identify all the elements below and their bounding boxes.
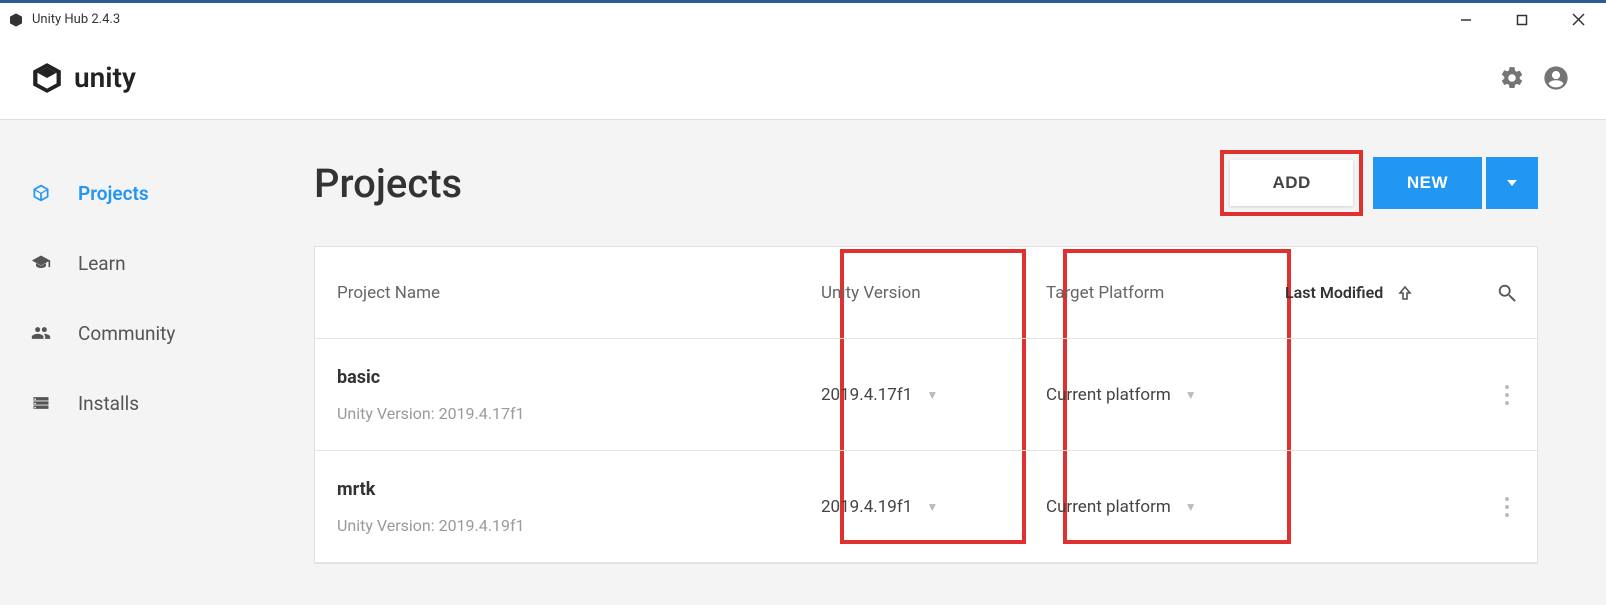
chevron-down-icon: ▼ — [1185, 500, 1197, 514]
cube-icon — [30, 183, 52, 203]
window-maximize-button[interactable] — [1494, 3, 1550, 36]
table-row[interactable]: mrtk Unity Version: 2019.4.19f1 2019.4.1… — [315, 451, 1537, 563]
page-title: Projects — [314, 160, 462, 207]
unity-wordmark: unity — [74, 61, 136, 94]
project-name: mrtk — [337, 479, 821, 500]
people-icon — [30, 323, 52, 343]
settings-button[interactable] — [1490, 56, 1534, 100]
new-button-dropdown[interactable] — [1486, 157, 1538, 209]
unity-logo-icon — [30, 61, 64, 95]
unity-version-dropdown[interactable]: 2019.4.17f1 ▼ — [821, 385, 1046, 405]
window-close-button[interactable] — [1550, 3, 1606, 36]
window-minimize-button[interactable] — [1438, 3, 1494, 36]
table-header: Project Name Unity Version Target Platfo… — [315, 247, 1537, 339]
account-icon — [1542, 64, 1570, 92]
unity-version-dropdown[interactable]: 2019.4.19f1 ▼ — [821, 497, 1046, 517]
more-vert-icon — [1504, 384, 1510, 406]
chevron-down-icon: ▼ — [926, 388, 938, 402]
add-button-highlight: ADD — [1220, 150, 1362, 216]
chevron-down-icon: ▼ — [926, 500, 938, 514]
sidebar-item-installs[interactable]: Installs — [0, 368, 300, 438]
project-sub-version: Unity Version: 2019.4.19f1 — [337, 516, 821, 535]
col-project-name: Project Name — [315, 283, 821, 303]
window-title: Unity Hub 2.4.3 — [32, 12, 120, 27]
storage-icon — [30, 393, 52, 413]
sidebar-item-label: Community — [78, 322, 175, 345]
target-platform-dropdown[interactable]: Current platform ▼ — [1046, 497, 1271, 517]
sidebar-item-community[interactable]: Community — [0, 298, 300, 368]
sidebar-item-label: Installs — [78, 392, 139, 415]
app-header: unity — [0, 36, 1606, 120]
projects-table: Project Name Unity Version Target Platfo… — [314, 246, 1538, 564]
target-platform-dropdown[interactable]: Current platform ▼ — [1046, 385, 1271, 405]
gear-icon — [1499, 65, 1525, 91]
more-vert-icon — [1504, 496, 1510, 518]
col-target-platform: Target Platform — [1046, 283, 1271, 303]
search-icon[interactable] — [1496, 282, 1518, 304]
col-last-modified[interactable]: Last Modified — [1285, 283, 1383, 302]
add-button[interactable]: ADD — [1230, 160, 1352, 206]
chevron-down-icon — [1505, 176, 1519, 190]
sidebar-item-learn[interactable]: Learn — [0, 228, 300, 298]
new-button[interactable]: NEW — [1373, 157, 1482, 209]
main-content: Projects ADD NEW Project Name Unity Vers… — [300, 120, 1606, 605]
project-sub-version: Unity Version: 2019.4.17f1 — [337, 404, 821, 423]
row-more-button[interactable] — [1477, 384, 1537, 406]
sidebar-item-label: Projects — [78, 182, 149, 205]
row-more-button[interactable] — [1477, 496, 1537, 518]
account-button[interactable] — [1534, 56, 1578, 100]
window-titlebar: Unity Hub 2.4.3 — [0, 0, 1606, 36]
graduation-cap-icon — [30, 253, 52, 273]
unity-logo: unity — [30, 61, 136, 95]
unity-app-icon — [8, 12, 24, 28]
chevron-down-icon: ▼ — [1185, 388, 1197, 402]
sidebar-item-label: Learn — [78, 252, 126, 275]
col-unity-version: Unity Version — [821, 283, 1046, 303]
project-name: basic — [337, 367, 821, 388]
table-row[interactable]: basic Unity Version: 2019.4.17f1 2019.4.… — [315, 339, 1537, 451]
arrow-up-icon — [1397, 285, 1413, 301]
sidebar-item-projects[interactable]: Projects — [0, 158, 300, 228]
sidebar: Projects Learn Community Installs — [0, 120, 300, 605]
